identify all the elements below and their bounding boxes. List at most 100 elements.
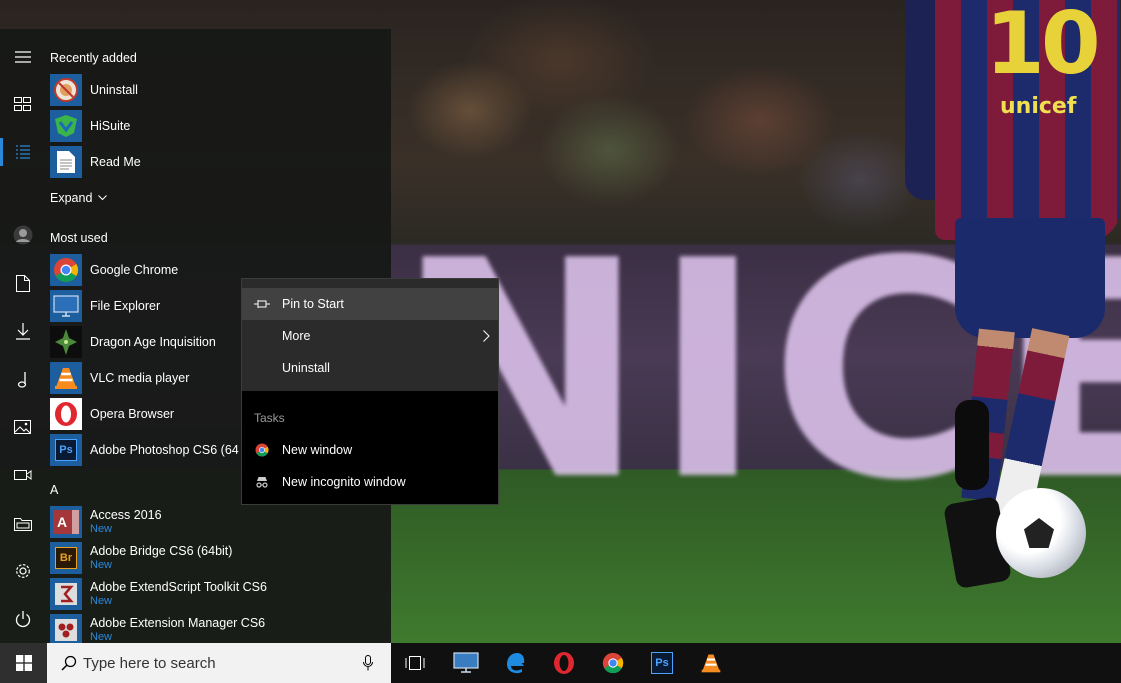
search-icon	[61, 655, 77, 671]
hamburger-icon	[14, 51, 31, 63]
search-input[interactable]	[83, 648, 353, 678]
taskbar-opera-button[interactable]	[540, 643, 588, 683]
pictures-button[interactable]	[0, 405, 45, 449]
taskbar-this-pc-button[interactable]	[442, 643, 490, 683]
most-used-header: Most used	[50, 231, 108, 245]
monitor-icon	[50, 290, 82, 322]
app-item-adobe-extension-manager[interactable]: Adobe Extension Manager CS6 New	[50, 612, 385, 643]
app-item-adobe-bridge-cs6[interactable]: Br Adobe Bridge CS6 (64bit) New	[50, 540, 385, 576]
new-incognito-window-menu-item[interactable]: New incognito window	[242, 466, 498, 498]
hamburger-button[interactable]	[0, 35, 45, 79]
taskbar-photoshop-button[interactable]: Ps	[638, 643, 686, 683]
app-item-read-me[interactable]: Read Me	[50, 144, 385, 180]
music-button[interactable]	[0, 357, 45, 401]
app-label: Adobe Photoshop CS6 (64 B	[90, 443, 251, 457]
videos-button[interactable]	[0, 453, 45, 497]
chrome-icon	[602, 652, 624, 674]
chevron-right-icon	[482, 330, 490, 342]
app-item-uninstall[interactable]: Uninstall	[50, 72, 385, 108]
new-window-menu-item[interactable]: New window	[242, 434, 498, 466]
context-menu: Pin to Start More Uninstall Tasks New wi…	[241, 278, 499, 505]
app-label: HiSuite	[90, 119, 131, 133]
document-icon	[50, 146, 82, 178]
uninstall-icon	[50, 74, 82, 106]
app-item-access-2016[interactable]: A Access 2016 New	[50, 504, 385, 540]
app-item-adobe-extendscript-toolkit[interactable]: Adobe ExtendScript Toolkit CS6 New	[50, 576, 385, 612]
pin-to-start-label: Pin to Start	[282, 297, 344, 311]
list-icon	[15, 145, 30, 159]
uninstall-menu-item[interactable]: Uninstall	[242, 352, 498, 384]
photoshop-icon: Ps	[50, 434, 82, 466]
expand-button[interactable]: Expand	[50, 191, 108, 205]
more-label: More	[282, 329, 311, 343]
app-label: Adobe ExtendScript Toolkit CS6	[90, 580, 267, 594]
taskbar-vlc-button[interactable]	[687, 643, 735, 683]
downloads-button[interactable]	[0, 309, 45, 353]
taskbar-search-box[interactable]	[47, 643, 391, 683]
bridge-tile-text: Br	[55, 547, 77, 569]
new-window-label: New window	[282, 443, 353, 457]
wallpaper-player-shorts	[955, 218, 1105, 338]
vlc-icon	[701, 654, 721, 673]
document-icon	[15, 274, 30, 292]
more-menu-item[interactable]: More	[242, 320, 498, 352]
windows-logo-icon	[15, 655, 32, 671]
start-button[interactable]	[0, 643, 47, 683]
incognito-icon	[256, 477, 268, 488]
letter-header-a[interactable]: A	[50, 483, 58, 497]
tiles-button[interactable]	[0, 82, 45, 126]
app-label: Adobe Bridge CS6 (64bit)	[90, 544, 233, 558]
recently-added-header: Recently added	[50, 51, 137, 65]
app-label: Opera Browser	[90, 407, 175, 421]
file-explorer-button[interactable]	[0, 501, 45, 545]
start-menu-rail	[0, 29, 45, 643]
bridge-icon: Br	[50, 542, 82, 574]
user-account-button[interactable]	[0, 213, 45, 257]
app-label: Google Chrome	[90, 263, 179, 277]
opera-icon	[554, 652, 574, 674]
uninstall-label: Uninstall	[282, 361, 330, 375]
all-apps-button[interactable]	[0, 130, 45, 174]
taskbar: Ps	[0, 643, 1121, 683]
music-note-icon	[17, 371, 26, 388]
folder-icon	[13, 517, 32, 531]
tiles-icon	[14, 97, 31, 111]
new-badge: New	[90, 523, 113, 535]
power-icon	[15, 610, 30, 627]
app-label: Read Me	[90, 155, 141, 169]
wallpaper-jersey-sponsor: unicef	[1000, 94, 1077, 119]
expand-label: Expand	[50, 191, 93, 205]
extendscript-icon	[50, 578, 82, 610]
picture-icon	[14, 420, 31, 434]
user-avatar-icon	[13, 225, 32, 245]
extension-manager-icon	[50, 614, 82, 643]
new-incognito-window-label: New incognito window	[282, 475, 406, 489]
opera-icon	[50, 398, 82, 430]
pin-to-start-menu-item[interactable]: Pin to Start	[242, 288, 498, 320]
power-button[interactable]	[0, 597, 45, 641]
chrome-icon	[50, 254, 82, 286]
documents-button[interactable]	[0, 261, 45, 305]
hisuite-icon	[50, 110, 82, 142]
chevron-down-icon	[98, 195, 108, 201]
wallpaper-jersey-number: 10	[985, 0, 1101, 94]
settings-button[interactable]	[0, 549, 45, 593]
taskbar-chrome-button[interactable]	[589, 643, 637, 683]
pin-icon	[254, 300, 270, 308]
new-badge: New	[90, 559, 113, 571]
video-camera-icon	[13, 470, 31, 480]
access-tile-text: A	[53, 510, 79, 534]
wallpaper-football	[996, 488, 1086, 578]
edge-icon	[507, 653, 525, 674]
wallpaper-player-boot	[955, 400, 989, 490]
chrome-icon	[255, 443, 269, 457]
access-icon: A	[50, 506, 82, 538]
taskbar-edge-button[interactable]	[491, 643, 539, 683]
photoshop-tile-text: Ps	[55, 439, 77, 461]
app-item-hisuite[interactable]: HiSuite	[50, 108, 385, 144]
task-view-icon	[405, 656, 425, 670]
microphone-icon[interactable]	[363, 655, 373, 671]
task-view-button[interactable]	[391, 643, 439, 683]
new-badge: New	[90, 631, 113, 643]
download-icon	[15, 322, 30, 340]
